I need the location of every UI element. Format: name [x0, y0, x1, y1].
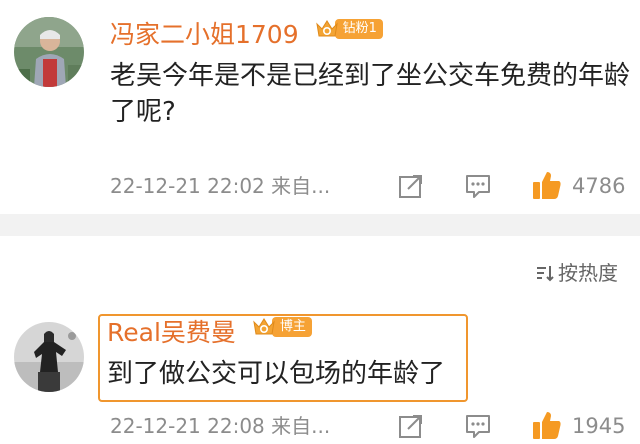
fan-badge[interactable]: 钻粉1 [315, 18, 383, 40]
blogger-badge[interactable]: 博主 [252, 316, 312, 338]
commenter-name[interactable]: Real吴费曼 博主 [107, 316, 312, 349]
blogger-badge-label: 博主 [271, 317, 312, 337]
like-thumb-icon[interactable] [532, 170, 562, 200]
commenter-avatar[interactable] [14, 17, 84, 87]
comment-reply-icon[interactable] [465, 173, 491, 199]
comment-item: 冯家二小姐1709 钻粉1 老吴今年是不是已经到了坐公交车免费的年龄了呢? 22… [0, 0, 640, 214]
comment-timestamp: 22-12-21 22:02 来自... [110, 174, 331, 198]
comment-body: 到了做公交可以包场的年龄了 [107, 359, 446, 389]
section-divider [0, 214, 640, 236]
commenter-avatar[interactable] [14, 322, 84, 392]
fan-badge-label: 钻粉1 [334, 19, 383, 39]
comment-thread: 冯家二小姐1709 钻粉1 老吴今年是不是已经到了坐公交车免费的年龄了呢? 22… [0, 0, 640, 444]
crown-icon [315, 20, 338, 37]
user-photo-avatar-icon [14, 17, 84, 87]
commenter-name[interactable]: 冯家二小姐1709 钻粉1 [110, 18, 383, 51]
like-count: 1945 [572, 414, 626, 438]
comment-body: 老吴今年是不是已经到了坐公交车免费的年龄了呢? [110, 61, 631, 127]
crown-icon [253, 318, 275, 335]
statue-photo-avatar-icon [14, 322, 84, 392]
sort-by-hot-button[interactable]: 按热度 [534, 260, 618, 286]
comment-meta: 22-12-21 22:08 来自... 1945 [110, 410, 630, 442]
like-count: 4786 [572, 174, 626, 198]
comment-reply-icon[interactable] [465, 413, 491, 439]
like-thumb-icon[interactable] [532, 410, 562, 440]
comment-meta: 22-12-21 22:02 来自... 4786 [110, 170, 630, 202]
sort-label[interactable]: 按热度 [558, 260, 618, 286]
sort-icon [537, 266, 554, 282]
share-icon[interactable] [398, 173, 424, 199]
comment-item: Real吴费曼 博主 到了做公交可以包场的年龄了 22-12-21 22:08 … [0, 314, 640, 444]
share-icon[interactable] [398, 413, 424, 439]
comment-timestamp: 22-12-21 22:08 来自... [110, 414, 331, 438]
commenter-name-text[interactable]: 冯家二小姐1709 [110, 20, 299, 49]
commenter-name-text[interactable]: Real吴费曼 [107, 318, 236, 347]
